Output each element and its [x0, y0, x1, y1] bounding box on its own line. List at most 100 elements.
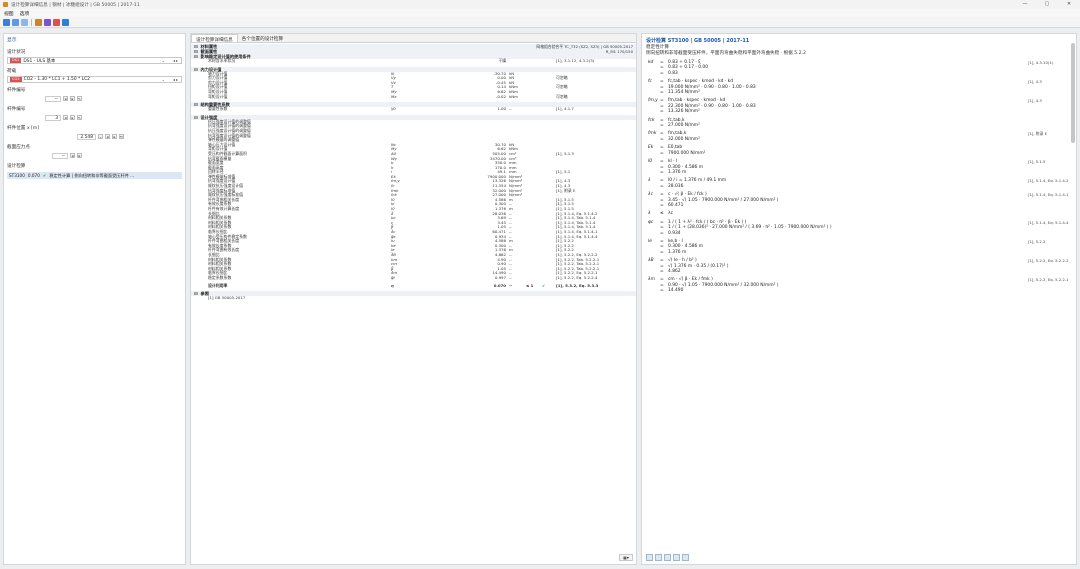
cell-label: 木材含水率状况: [208, 58, 236, 63]
formula-expr: 4.862: [668, 269, 681, 274]
prev-icon[interactable]: ◂: [63, 115, 68, 120]
formula-subtitle-2: 侧向扭转和非等截面受压杆件，平面内弯曲失稳和平面外弯曲失稳 · 根据 5.2.2: [646, 51, 806, 56]
cell-unit: kNm: [509, 93, 518, 99]
design-check-item[interactable]: ST3100 0.070 ✔ 稳定性计算 | 侧向扭转和非等截面受压杆件 ...: [7, 172, 182, 179]
formula-expr: 27.000 N/mm²: [668, 123, 700, 129]
prev-next-icon[interactable]: ◂▸: [173, 77, 179, 82]
design-situation-select[interactable]: DS1 DS1 - ULS 基本 ⌄ ◂▸: [7, 57, 182, 64]
formula-op: =: [660, 123, 664, 129]
close-button[interactable]: ✕: [1058, 0, 1080, 9]
component-value[interactable]: 3: [45, 114, 61, 121]
formula-op: ≤: [660, 211, 664, 217]
cell-label: 重要性系数: [208, 106, 228, 112]
scrollbar[interactable]: [1071, 43, 1075, 143]
next-icon[interactable]: ▸: [77, 153, 82, 158]
cell-sym: φl: [391, 274, 395, 280]
prev-icon[interactable]: ◂: [70, 153, 75, 158]
table-row: 木材含水率状况 干燥 [1], 3.1.12, 4.3.2(3): [191, 58, 636, 64]
cell-ref: [1], 5.3.2, Eq. 5.3.3: [556, 282, 599, 288]
pointer-icon[interactable]: [12, 18, 19, 26]
cell-label: 设计利用率: [208, 282, 228, 288]
location-value[interactable]: 2.548: [77, 133, 96, 140]
formula-line: = 1.376 m: [642, 250, 1076, 255]
title-bar: 设计检算详细信息 | 钢材 | 冰糖组设计 | GB 50005 | 2017-…: [0, 0, 1080, 9]
load-combo-select[interactable]: CO2 CO2 - 1.30 * LC1 + 1.50 * LC2 ⌄ ◂▸: [7, 76, 182, 83]
table-row: 弯矩设计值 Mz -0.02 kNm 可忽略: [191, 93, 636, 100]
load-combo-label: 荷载: [7, 69, 17, 74]
cell-sym: Mz: [391, 93, 397, 99]
member-selector[interactable]: -- ◂ ▸ ↖: [7, 95, 182, 102]
check-id: ST3100: [9, 173, 25, 178]
maximize-button[interactable]: ▢: [1036, 0, 1058, 9]
section-point-selector[interactable]: -- ◂ ▸: [7, 152, 182, 159]
formula-op: =: [660, 150, 664, 156]
grid-icon[interactable]: [673, 554, 680, 561]
member-value[interactable]: --: [45, 95, 61, 102]
cell-rel: ≤ 1: [526, 282, 534, 288]
chevron-down-icon[interactable]: ⌄: [98, 134, 103, 139]
formula-op: =: [660, 109, 664, 115]
formula-lines: kd = 0.83 + 0.17 · ξ [1], 4.3.10(1) = 0.83 + …: [642, 60, 1076, 294]
zoom-icon[interactable]: [655, 554, 662, 561]
cell-unit: --: [509, 274, 512, 280]
formula-expr: kl · l: [668, 159, 678, 165]
cell-sym: η: [391, 282, 394, 288]
location-selector[interactable]: 2.548 ⌄ ◂ ▸ ↔: [7, 133, 182, 140]
next-icon[interactable]: ▸: [70, 96, 75, 101]
formula-op: =: [660, 288, 664, 294]
co-badge: CO2: [10, 77, 22, 82]
formula-expr: √( le · h / b² ): [668, 258, 697, 264]
formula-expr: 19.000 N/mm² · 0.90 · 0.80 · 1.00 · 0.83: [668, 84, 756, 90]
menu-view[interactable]: 视图: [4, 10, 14, 17]
formula-line: = 0.83: [642, 71, 1076, 76]
next-icon[interactable]: ▸: [112, 134, 117, 139]
chevron-down-icon[interactable]: ⌄: [162, 58, 165, 63]
fit-icon[interactable]: [664, 554, 671, 561]
window-title: 设计检算详细信息 | 钢材 | 冰糖组设计 | GB 50005 | 2017-…: [11, 2, 140, 8]
select-icon[interactable]: [3, 18, 10, 26]
load-icon[interactable]: [53, 18, 60, 26]
panel-header: 显示: [7, 38, 17, 43]
formula-expr: 28.036: [668, 183, 684, 189]
next-icon[interactable]: ▸: [70, 115, 75, 120]
prev-next-icon[interactable]: ◂▸: [173, 58, 179, 63]
formula-expr: 1.376 m: [668, 169, 687, 175]
print-icon[interactable]: [682, 554, 689, 561]
chevron-down-icon[interactable]: ⌄: [162, 77, 165, 82]
cell-unit: --: [509, 282, 513, 288]
member-icon[interactable]: [35, 18, 42, 26]
formula-line: = 27.000 N/mm²: [642, 123, 1076, 128]
formula-expr: 32.000 N/mm²: [668, 136, 700, 142]
formula-sym: λ: [648, 211, 651, 217]
menu-options[interactable]: 选项: [20, 10, 30, 17]
pick-icon[interactable]: ↖: [77, 96, 82, 101]
formula-op: =: [660, 202, 664, 208]
list-icon[interactable]: [21, 18, 28, 26]
formula-op: =: [660, 136, 664, 142]
formula-op: =: [660, 70, 664, 76]
pick-icon[interactable]: ↔: [119, 134, 124, 139]
formula-expr: 1 / ( 1 + λ² · fck / ( bc · π² · β · Ek …: [668, 219, 747, 225]
prev-icon[interactable]: ◂: [63, 96, 68, 101]
cell-val: -0.02: [495, 93, 506, 99]
design-check-label: 设计检算: [7, 164, 26, 169]
result-icon[interactable]: [62, 18, 69, 26]
ok-check-icon: ✔: [542, 282, 546, 288]
formula-op: =: [660, 183, 664, 189]
detail-tabs: 设计检算详细信息 各个位置的设计检算: [191, 34, 636, 43]
tab-design-check-locations[interactable]: 各个位置的设计检算: [238, 34, 287, 42]
cell-unit: --: [509, 106, 512, 112]
formula-op: =: [660, 269, 664, 274]
member-label: 杆件编号: [7, 88, 26, 93]
prev-icon[interactable]: ◂: [105, 134, 110, 139]
section-icon[interactable]: [44, 18, 51, 26]
tab-design-check-details[interactable]: 设计检算详细信息: [191, 34, 238, 43]
component-selector[interactable]: 3 ◂ ▸ ↖: [7, 114, 182, 121]
export-button[interactable]: ▦▾: [619, 554, 633, 561]
settings-icon[interactable]: [646, 554, 653, 561]
pick-icon[interactable]: ↖: [77, 115, 82, 120]
minimize-button[interactable]: —: [1014, 0, 1036, 9]
formula-expr: 11.354 N/mm²: [668, 90, 700, 96]
section-point-value[interactable]: --: [52, 152, 68, 159]
formula-expr: cm · √( β · Ek / fmk ): [668, 277, 713, 283]
